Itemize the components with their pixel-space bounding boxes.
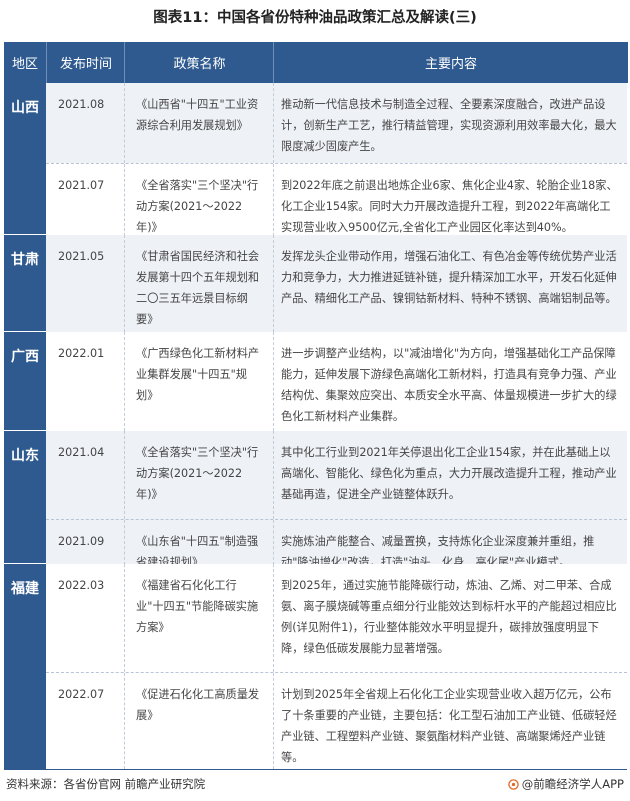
header-date: 发布时间: [46, 42, 125, 83]
row-date: 2021.08: [58, 98, 105, 111]
table-row: 2021.09 《山东省"十四五"制造强省建设规划》 实施炼油产能整合、减量置换…: [46, 519, 627, 569]
row-content: 到2025年，通过实施节能降碳行动，炼油、乙烯、对二甲苯、合成氨、离子膜烧碱等重…: [281, 579, 617, 655]
row-policy-name: 《甘肃省国民经济和社会发展第十四个五年规划和二〇三五年远景目标纲要》: [136, 250, 260, 326]
header-content: 主要内容: [273, 42, 628, 83]
table-row: 2022.03 《福建省石化化工行业"十四五"节能降碳实施方案》 到2025年，…: [46, 564, 627, 672]
row-policy-name: 《山西省"十四五"工业资源综合利用发展规划》: [136, 98, 259, 132]
row-policy-name: 《福建省石化化工行业"十四五"节能降碳实施方案》: [136, 579, 259, 634]
row-date: 2021.07: [58, 179, 105, 192]
region-shanxi: 山西: [4, 83, 46, 234]
region-fujian: 福建: [4, 564, 46, 768]
weibo-logo-icon: [508, 778, 519, 790]
row-policy-name: 《全省落实"三个坚决"行动方案(2021～2022年)》: [136, 179, 259, 234]
brand-text: @前瞻经济学人APP: [521, 777, 624, 791]
source-note: 资料来源：各省份官网 前瞻产业研究院: [6, 777, 206, 791]
row-content: 进一步调整产业结构，以"减油增化"为方向，增强基础化工产品保障能力，延伸发展下游…: [281, 347, 617, 423]
row-content: 推动新一代信息技术与制造全过程、全要素深度融合，改进产品设计，创新生产工艺，推行…: [281, 98, 617, 153]
row-date: 2021.04: [58, 446, 105, 459]
header-policy-name: 政策名称: [124, 42, 274, 83]
policy-table: 地区 发布时间 政策名称 主要内容 山西 甘肃 广西 山东 福建 2021.08…: [4, 42, 628, 770]
row-date: 2022.07: [58, 688, 105, 701]
row-policy-name: 《促进石化化工高质量发展》: [136, 688, 260, 722]
row-content: 其中化工行业到2021年关停退出化工企业154家，并在此基础上以高端化、智能化、…: [281, 446, 617, 501]
table-row: 2021.04 《全省落实"三个坚决"行动方案(2021～2022年)》 其中化…: [46, 431, 627, 519]
brand-credit: @前瞻经济学人APP: [508, 776, 624, 792]
header-region: 地区: [4, 42, 46, 83]
region-shandong: 山东: [4, 431, 46, 563]
row-date: 2022.03: [58, 579, 105, 592]
row-content: 到2022年底之前退出地炼企业6家、焦化企业4家、轮胎企业18家、化工企业154…: [281, 179, 618, 234]
row-date: 2021.09: [58, 535, 105, 548]
table-row: 2021.08 《山西省"十四五"工业资源综合利用发展规划》 推动新一代信息技术…: [46, 83, 627, 163]
row-policy-name: 《广西绿色化工新材料产业集群发展"十四五"规划》: [136, 347, 260, 402]
region-gansu: 甘肃: [4, 235, 46, 331]
table-row: 2021.07 《全省落实"三个坚决"行动方案(2021～2022年)》 到20…: [46, 163, 627, 236]
region-guangxi: 广西: [4, 332, 46, 430]
row-date: 2022.01: [58, 347, 105, 360]
table-row: 2022.07 《促进石化化工高质量发展》 计划到2025年全省规上石化化工企业…: [46, 672, 627, 769]
row-policy-name: 《全省落实"三个坚决"行动方案(2021～2022年)》: [136, 446, 259, 501]
table-row: 2022.01 《广西绿色化工新材料产业集群发展"十四五"规划》 进一步调整产业…: [46, 332, 627, 431]
row-content: 计划到2025年全省规上石化化工企业实现营业收入超万亿元，公布了十条重要的产业链…: [281, 688, 617, 764]
row-content: 发挥龙头企业带动作用，增强石油化工、有色冶金等传统优势产业活力和竞争力，大力推进…: [281, 250, 617, 305]
chart-title: 图表11：中国各省份特种油品政策汇总及解读(三): [153, 10, 477, 26]
row-date: 2021.05: [58, 250, 105, 263]
table-row: 2021.05 《甘肃省国民经济和社会发展第十四个五年规划和二〇三五年远景目标纲…: [46, 235, 627, 332]
